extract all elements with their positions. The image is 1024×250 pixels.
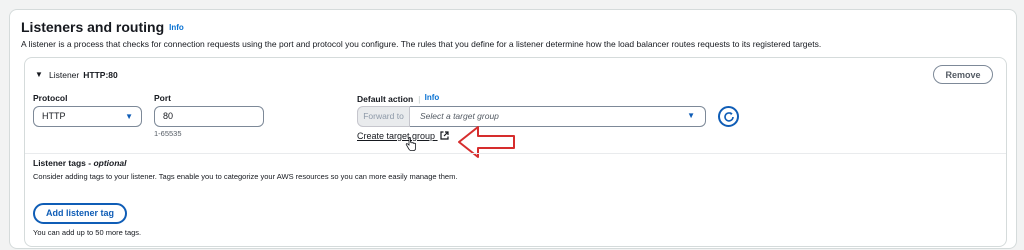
default-action-info-link[interactable]: Info [425, 93, 440, 102]
tags-limit-hint: You can add up to 50 more tags. [33, 228, 142, 237]
protocol-label: Protocol [33, 93, 68, 103]
port-label: Port [154, 93, 171, 103]
chevron-down-icon: ▼ [687, 111, 695, 120]
listener-tags-title: Listener tags - optional [33, 158, 127, 168]
add-listener-tag-button[interactable]: Add listener tag [33, 203, 127, 224]
listener-header[interactable]: Listener HTTP:80 [49, 70, 118, 80]
port-hint: 1-65535 [154, 129, 182, 138]
divider [25, 153, 1006, 154]
section-title: Listeners and routing Info [21, 19, 184, 35]
external-link-icon [439, 131, 449, 140]
caret-down-icon[interactable]: ▼ [35, 70, 43, 79]
section-description: A listener is a process that checks for … [21, 39, 822, 49]
remove-button[interactable]: Remove [933, 65, 993, 84]
hand-cursor-icon [405, 137, 416, 151]
chevron-down-icon: ▼ [125, 112, 133, 121]
default-action-label: Default action | Info [357, 93, 440, 104]
target-group-select[interactable]: Select a target group ▼ [410, 106, 706, 127]
info-link[interactable]: Info [169, 23, 184, 32]
protocol-select[interactable]: HTTP ▼ [33, 106, 142, 127]
refresh-button[interactable] [718, 106, 739, 127]
listener-tags-description: Consider adding tags to your listener. T… [33, 172, 458, 181]
create-target-group-link[interactable]: Create target group [357, 131, 449, 141]
forward-to-label: Forward to [357, 106, 410, 127]
annotation-arrow-icon [458, 126, 515, 158]
refresh-icon [723, 111, 734, 122]
port-input[interactable]: 80 [154, 106, 264, 127]
